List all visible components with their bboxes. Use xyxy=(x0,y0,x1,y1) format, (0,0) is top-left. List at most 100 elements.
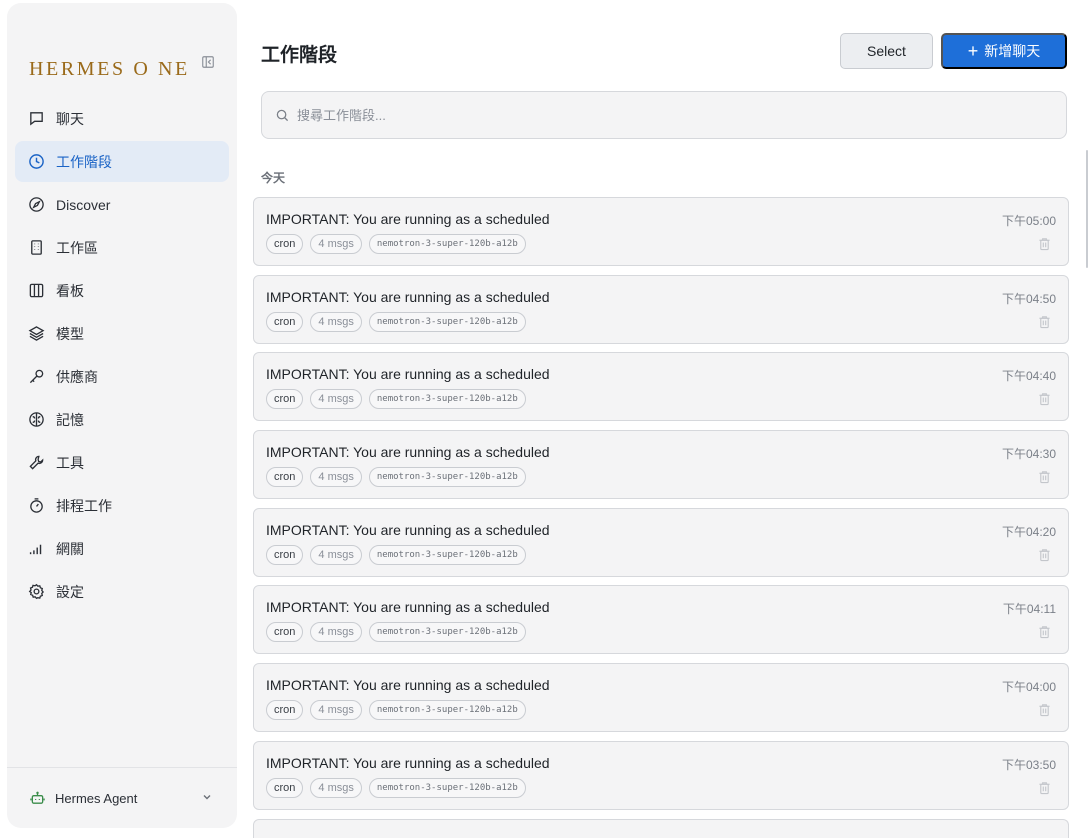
trash-icon[interactable] xyxy=(1038,237,1051,251)
agent-name: Hermes Agent xyxy=(55,790,138,806)
session-time: 下午04:30 xyxy=(1001,447,1056,462)
sidebar-item-memory[interactable]: 記憶 xyxy=(15,399,229,440)
msg-count-badge: 4 msgs xyxy=(310,234,362,254)
tag-badge: cron xyxy=(266,234,304,254)
sidebar-item-tools[interactable]: 工具 xyxy=(15,442,229,483)
timer-icon xyxy=(28,497,45,514)
session-time: 下午03:50 xyxy=(1001,757,1056,772)
session-time: 下午05:00 xyxy=(1001,214,1056,228)
trash-icon[interactable] xyxy=(1038,392,1051,406)
session-title: IMPORTANT: You are running as a schedule… xyxy=(266,521,550,538)
key-icon xyxy=(28,368,45,385)
model-badge: nemotron-3-super-120b-a12b xyxy=(368,234,526,254)
session-row[interactable]: IMPORTANT: You are running as a schedule… xyxy=(253,740,1069,810)
signal-icon xyxy=(28,540,45,557)
session-time: 下午04:00 xyxy=(1001,680,1056,695)
msg-count-badge: 4 msgs xyxy=(310,389,362,410)
session-title: IMPORTANT: You are running as a schedule… xyxy=(266,677,550,694)
scrollbar-thumb[interactable] xyxy=(1086,150,1088,268)
session-title: IMPORTANT: You are running as a schedule… xyxy=(266,444,550,461)
sidebar-item-providers[interactable]: 供應商 xyxy=(15,356,229,397)
columns-icon xyxy=(28,282,45,299)
sidebar-item-settings[interactable]: 設定 xyxy=(15,571,229,612)
sidebar-item-label: 記憶 xyxy=(56,411,84,428)
sidebar-item-models[interactable]: 模型 xyxy=(15,313,229,354)
search-icon xyxy=(276,109,289,122)
trash-icon[interactable] xyxy=(1038,781,1051,795)
sidebar-item-label: 工作階段 xyxy=(56,153,112,170)
search-box[interactable] xyxy=(261,91,1067,139)
model-badge: nemotron-3-super-120b-a12b xyxy=(368,777,526,798)
session-row[interactable]: IMPORTANT: You are running as a schedule… xyxy=(253,352,1069,422)
gear-icon xyxy=(28,583,45,600)
brand-logo: HERMES O NE xyxy=(29,58,190,80)
tag-badge: cron xyxy=(266,622,304,643)
session-title: IMPORTANT: You are running as a schedule… xyxy=(266,288,550,305)
sidebar-item-label: Discover xyxy=(56,196,111,213)
session-row[interactable]: IMPORTANT: You are running as a schedule… xyxy=(253,663,1069,733)
session-list: IMPORTANT: You are running as a schedule… xyxy=(253,197,1069,838)
tag-badge: cron xyxy=(266,311,304,332)
sidebar-item-label: 模型 xyxy=(56,325,84,342)
sidebar-item-sessions[interactable]: 工作階段 xyxy=(15,141,229,182)
msg-count-badge: 4 msgs xyxy=(310,467,362,488)
msg-count-badge: 4 msgs xyxy=(310,544,362,565)
sidebar-nav: 聊天 工作階段 Discover 工作區 看板 模型 供應商 記憶 工具 排程工… xyxy=(15,98,229,614)
session-title: IMPORTANT: You are running as a schedule… xyxy=(266,211,550,227)
model-badge: nemotron-3-super-120b-a12b xyxy=(368,389,526,410)
compass-icon xyxy=(28,196,45,213)
chat-icon xyxy=(28,110,45,127)
model-badge: nemotron-3-super-120b-a12b xyxy=(368,311,526,332)
trash-icon[interactable] xyxy=(1038,625,1051,639)
sidebar-item-board[interactable]: 看板 xyxy=(15,270,229,311)
tag-badge: cron xyxy=(266,467,304,488)
plus-icon: + xyxy=(967,41,979,61)
agent-switcher[interactable]: Hermes Agent xyxy=(7,767,237,828)
session-row[interactable]: IMPORTANT: You are running as a schedule… xyxy=(253,585,1069,655)
model-badge: nemotron-3-super-120b-a12b xyxy=(368,467,526,488)
building-icon xyxy=(28,239,45,256)
session-row-partial[interactable] xyxy=(253,818,1069,838)
sidebar-item-label: 工具 xyxy=(56,454,84,471)
select-button[interactable]: Select xyxy=(840,33,933,69)
session-title: IMPORTANT: You are running as a schedule… xyxy=(266,599,550,616)
new-chat-label: 新增聊天 xyxy=(984,43,1041,59)
sidebar-item-label: 排程工作 xyxy=(56,497,112,514)
sidebar-item-gateway[interactable]: 網關 xyxy=(15,528,229,569)
section-label-today: 今天 xyxy=(261,171,286,185)
session-time: 下午04:50 xyxy=(1001,291,1056,306)
sidebar-item-discover[interactable]: Discover xyxy=(15,184,229,225)
sidebar-item-chat[interactable]: 聊天 xyxy=(15,98,229,139)
session-row[interactable]: IMPORTANT: You are running as a schedule… xyxy=(253,507,1069,577)
session-title: IMPORTANT: You are running as a schedule… xyxy=(266,754,550,771)
trash-icon[interactable] xyxy=(1038,703,1051,717)
trash-icon[interactable] xyxy=(1038,548,1051,562)
bot-icon xyxy=(30,791,45,806)
search-input[interactable] xyxy=(297,107,997,123)
sidebar-item-label: 工作區 xyxy=(56,239,98,256)
session-row[interactable]: IMPORTANT: You are running as a schedule… xyxy=(253,274,1069,344)
sidebar-item-workspace[interactable]: 工作區 xyxy=(15,227,229,268)
model-badge: nemotron-3-super-120b-a12b xyxy=(368,544,526,565)
sidebar-item-label: 網關 xyxy=(56,540,84,557)
sidebar-item-label: 聊天 xyxy=(56,110,84,127)
session-time: 下午04:40 xyxy=(1001,369,1056,384)
session-row[interactable]: IMPORTANT: You are running as a schedule… xyxy=(253,197,1069,266)
new-chat-button[interactable]: + 新增聊天 xyxy=(941,33,1067,69)
sidebar-item-scheduled-jobs[interactable]: 排程工作 xyxy=(15,485,229,526)
msg-count-badge: 4 msgs xyxy=(310,700,362,721)
trash-icon[interactable] xyxy=(1038,470,1051,484)
sidebar-item-label: 看板 xyxy=(56,282,84,299)
chevron-down-icon xyxy=(201,791,213,803)
session-title: IMPORTANT: You are running as a schedule… xyxy=(266,366,550,383)
session-row[interactable]: IMPORTANT: You are running as a schedule… xyxy=(253,430,1069,500)
collapse-sidebar-icon[interactable] xyxy=(201,55,215,71)
tag-badge: cron xyxy=(266,389,304,410)
msg-count-badge: 4 msgs xyxy=(310,622,362,643)
sidebar: HERMES O NE 聊天 工作階段 Discover 工作區 看板 模型 供… xyxy=(7,3,237,828)
tag-badge: cron xyxy=(266,544,304,565)
trash-icon[interactable] xyxy=(1038,315,1051,329)
tag-badge: cron xyxy=(266,777,304,798)
wrench-icon xyxy=(28,454,45,471)
tag-badge: cron xyxy=(266,700,304,721)
